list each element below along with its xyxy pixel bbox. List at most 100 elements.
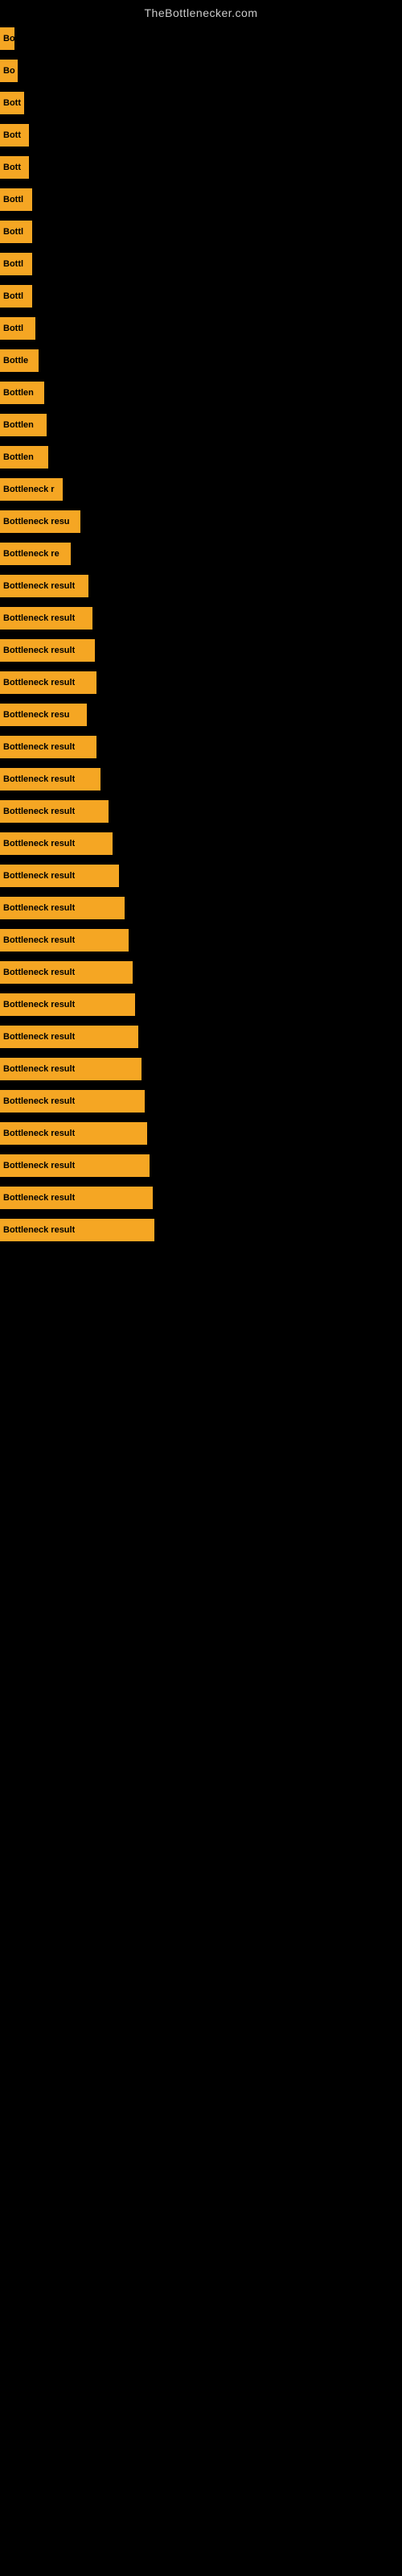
bar-row: Bottleneck result xyxy=(0,602,402,634)
bar: Bottl xyxy=(0,317,35,340)
bar-label: Bottleneck result xyxy=(3,903,75,913)
bar-label: Bottleneck result xyxy=(3,581,75,591)
bar-label: Bottleneck result xyxy=(3,1161,75,1170)
bar-row: Bottleneck result xyxy=(0,860,402,892)
bar-label: Bottl xyxy=(3,259,23,269)
bar-label: Bottleneck result xyxy=(3,935,75,945)
bar-label: Bottle xyxy=(3,356,28,365)
bar-row: Bo xyxy=(0,55,402,87)
bar-row: Bottlen xyxy=(0,377,402,409)
bar-label: Bottleneck result xyxy=(3,774,75,784)
bar-label: Bottlen xyxy=(3,388,34,398)
bar-label: Bott xyxy=(3,163,21,172)
bar-row: Bottlen xyxy=(0,409,402,441)
bar-label: Bottleneck result xyxy=(3,1096,75,1106)
bar-label: Bottl xyxy=(3,291,23,301)
bar-row: Bottleneck result xyxy=(0,1214,402,1246)
bar-row: Bottlen xyxy=(0,441,402,473)
bar-label: Bottleneck result xyxy=(3,678,75,687)
bar-row: Bottleneck result xyxy=(0,1150,402,1182)
bar-label: Bo xyxy=(3,34,14,43)
bar-label: Bottleneck resu xyxy=(3,710,70,720)
bar-row: Bottleneck result xyxy=(0,1117,402,1150)
bar-row: Bottleneck result xyxy=(0,795,402,828)
bar: Bottleneck result xyxy=(0,1154,150,1177)
bar-label: Bottleneck result xyxy=(3,807,75,816)
bar-label: Bottleneck resu xyxy=(3,517,70,526)
bar-row: Bottleneck resu xyxy=(0,699,402,731)
bar-row: Bottleneck result xyxy=(0,1182,402,1214)
bar-label: Bottl xyxy=(3,324,23,333)
bar-row: Bottl xyxy=(0,216,402,248)
bar: Bottleneck resu xyxy=(0,510,80,533)
bar-row: Bottleneck result xyxy=(0,892,402,924)
bar-label: Bottleneck result xyxy=(3,1064,75,1074)
bar-label: Bottleneck result xyxy=(3,1032,75,1042)
bar-label: Bottl xyxy=(3,195,23,204)
bar: Bottleneck result xyxy=(0,671,96,694)
bar: Bott xyxy=(0,92,24,114)
bar-label: Bottleneck result xyxy=(3,742,75,752)
bar-label: Bottleneck result xyxy=(3,1129,75,1138)
bar-row: Bottleneck result xyxy=(0,924,402,956)
bar: Bottleneck result xyxy=(0,832,113,855)
bars-container: Bo Bo Bott Bott Bott Bottl Bottl Bottl Bottl Bott… xyxy=(0,23,402,1246)
bar-row: Bottl xyxy=(0,312,402,345)
bar: Bottleneck result xyxy=(0,575,88,597)
bar: Bottleneck result xyxy=(0,1122,147,1145)
bar-label: Bottleneck result xyxy=(3,871,75,881)
bar: Bo xyxy=(0,60,18,82)
bar-row: Bottleneck result xyxy=(0,1053,402,1085)
bar: Bottleneck resu xyxy=(0,704,87,726)
bar: Bottleneck result xyxy=(0,736,96,758)
bar: Bottl xyxy=(0,253,32,275)
bar: Bottleneck result xyxy=(0,768,100,791)
bar: Bottleneck result xyxy=(0,993,135,1016)
bar-row: Bottleneck result xyxy=(0,731,402,763)
bar: Bott xyxy=(0,124,29,147)
bar-row: Bottleneck result xyxy=(0,634,402,667)
bar: Bottleneck result xyxy=(0,800,109,823)
bar: Bottle xyxy=(0,349,39,372)
bar-row: Bottl xyxy=(0,280,402,312)
bar-row: Bottl xyxy=(0,184,402,216)
bar: Bottleneck result xyxy=(0,639,95,662)
bar: Bottl xyxy=(0,188,32,211)
bar-label: Bottleneck result xyxy=(3,839,75,848)
bar-label: Bottleneck result xyxy=(3,1225,75,1235)
bar-row: Bottleneck re xyxy=(0,538,402,570)
bar-row: Bottle xyxy=(0,345,402,377)
bar-label: Bottleneck r xyxy=(3,485,55,494)
bar-row: Bottleneck result xyxy=(0,828,402,860)
bar-row: Bottleneck result xyxy=(0,667,402,699)
bar: Bottleneck result xyxy=(0,929,129,952)
bar-label: Bottleneck re xyxy=(3,549,59,559)
bar-row: Bott xyxy=(0,87,402,119)
bar: Bottleneck result xyxy=(0,1187,153,1209)
bar-row: Bottleneck result xyxy=(0,570,402,602)
bar: Bott xyxy=(0,156,29,179)
bar-row: Bott xyxy=(0,119,402,151)
bar-label: Bottleneck result xyxy=(3,1193,75,1203)
bar-label: Bottlen xyxy=(3,420,34,430)
bar-label: Bottlen xyxy=(3,452,34,462)
bar-row: Bott xyxy=(0,151,402,184)
bar-label: Bottleneck result xyxy=(3,1000,75,1009)
site-title: TheBottlenecker.com xyxy=(0,0,402,23)
bar: Bottl xyxy=(0,285,32,308)
bar: Bottleneck re xyxy=(0,543,71,565)
bar-row: Bottleneck result xyxy=(0,1021,402,1053)
bar-row: Bottleneck result xyxy=(0,956,402,989)
bar-row: Bottleneck r xyxy=(0,473,402,506)
bar-row: Bottleneck result xyxy=(0,763,402,795)
bar: Bottleneck result xyxy=(0,1026,138,1048)
bar: Bottleneck result xyxy=(0,1219,154,1241)
bar-label: Bott xyxy=(3,98,21,108)
bar-row: Bottleneck resu xyxy=(0,506,402,538)
bar: Bottlen xyxy=(0,414,47,436)
bar-label: Bottl xyxy=(3,227,23,237)
bar-label: Bottleneck result xyxy=(3,646,75,655)
bar-row: Bottleneck result xyxy=(0,989,402,1021)
bar: Bottleneck result xyxy=(0,1058,142,1080)
bar: Bottleneck result xyxy=(0,897,125,919)
